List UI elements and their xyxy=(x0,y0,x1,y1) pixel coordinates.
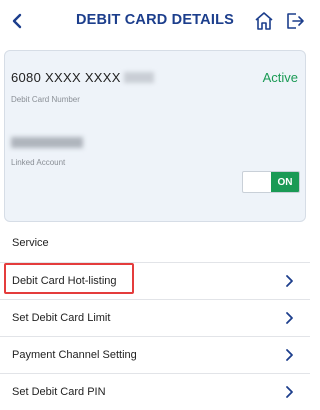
service-item-card-pin[interactable]: Set Debit Card PIN xyxy=(0,373,310,410)
service-item-label: Payment Channel Setting xyxy=(12,349,137,361)
chevron-right-icon xyxy=(286,312,293,324)
logout-button[interactable] xyxy=(284,10,306,32)
card-number-text: 6080 XXXX XXXX xyxy=(11,70,121,85)
app-header: DEBIT CARD DETAILS xyxy=(0,0,310,42)
home-icon xyxy=(255,12,273,30)
card-status-toggle[interactable]: ON xyxy=(242,171,300,193)
linked-account-masked xyxy=(11,137,83,148)
service-item-payment-channel[interactable]: Payment Channel Setting xyxy=(0,336,310,373)
card-number: 6080 XXXX XXXX xyxy=(11,70,154,85)
toggle-on-label: ON xyxy=(271,172,299,192)
chevron-right-icon xyxy=(286,386,293,398)
chevron-right-icon xyxy=(286,349,293,361)
linked-account-label: Linked Account xyxy=(11,158,66,167)
card-number-label: Debit Card Number xyxy=(11,95,80,104)
service-item-card-limit[interactable]: Set Debit Card Limit xyxy=(0,299,310,336)
service-section-title: Service xyxy=(12,237,49,249)
debit-card-panel: 6080 XXXX XXXX Active Debit Card Number … xyxy=(4,50,306,222)
card-status: Active xyxy=(262,70,298,85)
chevron-right-icon xyxy=(286,275,293,287)
service-item-label: Debit Card Hot-listing xyxy=(12,275,117,287)
linked-account-number xyxy=(11,135,83,150)
logout-icon xyxy=(287,13,304,29)
service-item-label: Set Debit Card PIN xyxy=(12,386,106,398)
service-item-hot-listing[interactable]: Debit Card Hot-listing xyxy=(0,262,310,299)
service-item-label: Set Debit Card Limit xyxy=(12,312,111,324)
home-button[interactable] xyxy=(253,10,275,32)
card-number-masked xyxy=(123,72,154,83)
